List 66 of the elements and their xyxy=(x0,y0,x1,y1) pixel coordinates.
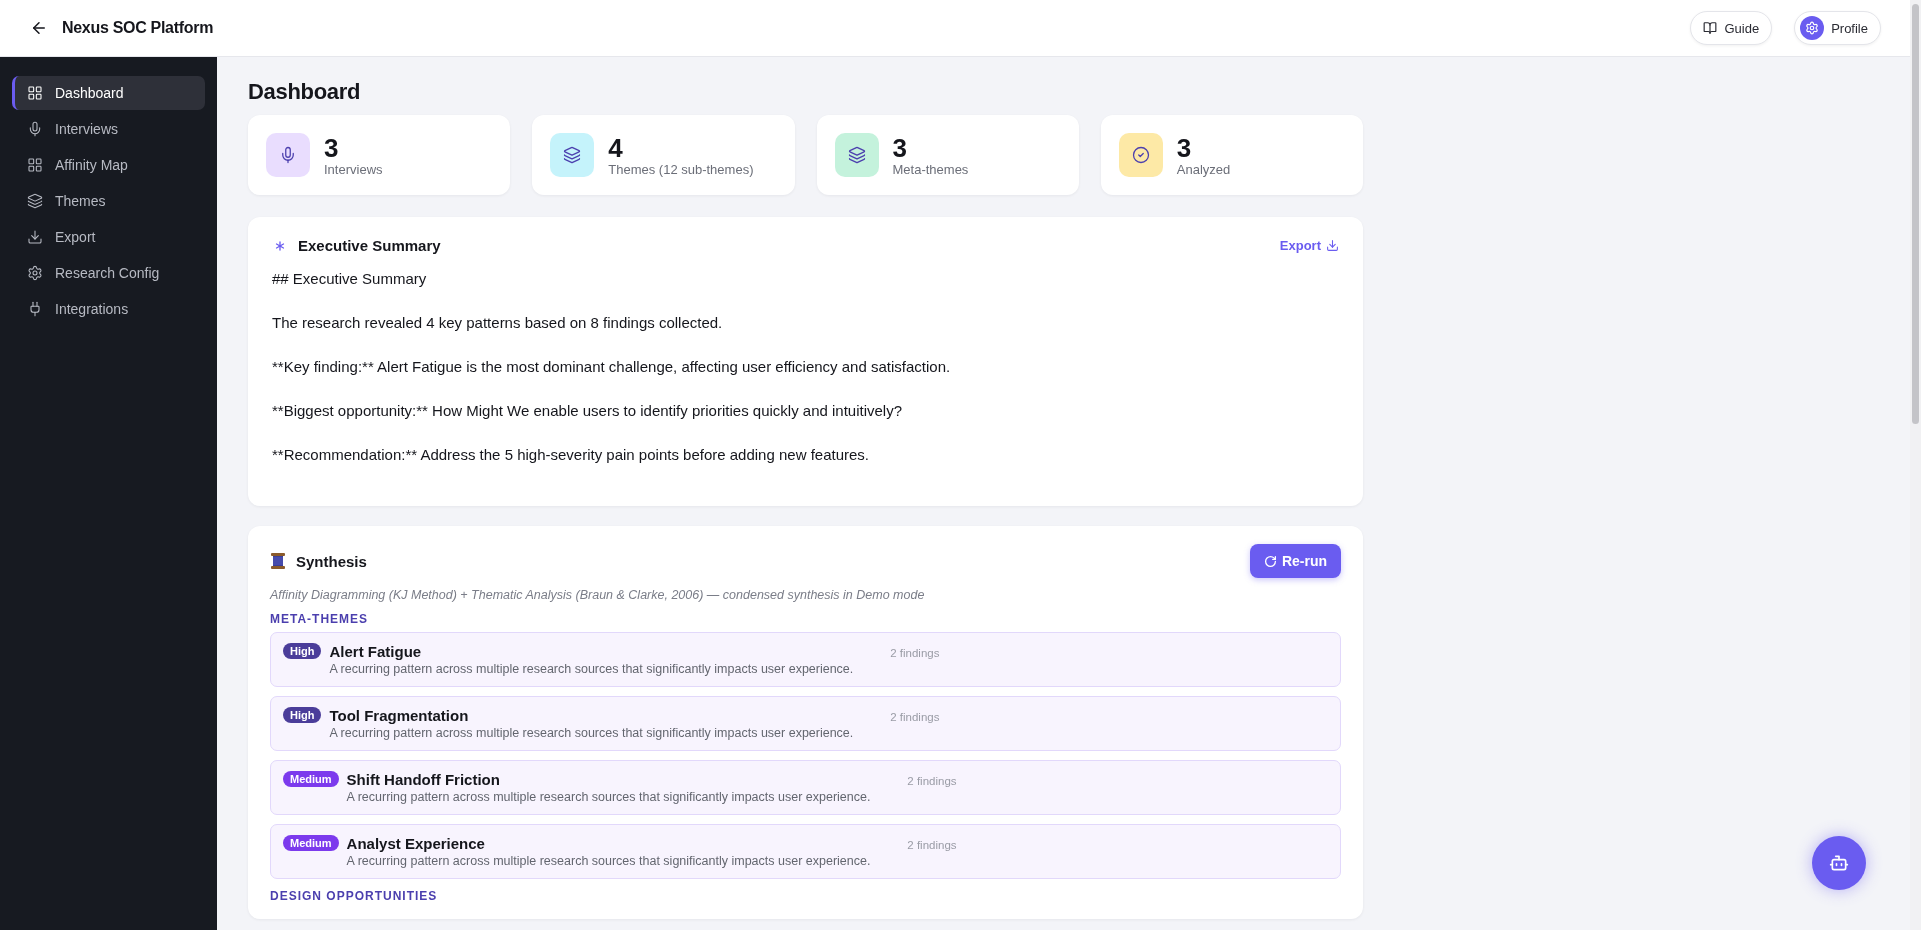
meta-theme-description: A recurring pattern across multiple research sources that significantly impacts user experience. xyxy=(329,662,855,676)
sidebar-item[interactable]: Export xyxy=(12,220,205,254)
findings-count: 2 findings xyxy=(890,711,940,723)
stat-value: 3 xyxy=(892,133,908,162)
stat-value: 3 xyxy=(324,133,340,162)
severity-badge: High xyxy=(283,707,322,723)
export-link[interactable]: Export xyxy=(1279,238,1339,253)
meta-theme-description: A recurring pattern across multiple research sources that significantly impacts user experience. xyxy=(346,790,872,804)
stat-label: Interviews xyxy=(324,161,383,177)
settings-icon xyxy=(27,265,43,281)
card-title: Executive Summary xyxy=(298,237,441,254)
rerun-button[interactable]: Re-run xyxy=(1249,544,1341,578)
layers-icon xyxy=(27,193,43,209)
settings-avatar-icon xyxy=(1800,16,1825,40)
stat-label: Themes (12 sub-themes) xyxy=(608,161,754,177)
stat-value: 4 xyxy=(608,133,624,162)
severity-badge: Medium xyxy=(283,771,339,787)
sidebar-item[interactable]: Affinity Map xyxy=(12,148,205,182)
sidebar-item[interactable]: Dashboard xyxy=(12,76,205,110)
assistant-button[interactable] xyxy=(1812,836,1866,890)
sidebar-item[interactable]: Research Config xyxy=(12,256,205,290)
profile-button[interactable]: Profile xyxy=(1794,11,1881,45)
section-label: DESIGN OPPORTUNITIES xyxy=(270,889,439,903)
layers-icon xyxy=(847,146,866,164)
summary-paragraph: **Recommendation:** Address the 5 high-severity pain points before adding new features. xyxy=(272,445,871,465)
findings-count: 2 findings xyxy=(890,647,940,659)
severity-badge: High xyxy=(283,643,322,659)
download-icon xyxy=(1326,239,1339,252)
meta-theme-title: Shift Handoff Friction xyxy=(346,771,500,788)
meta-theme-description: A recurring pattern across multiple research sources that significantly impacts user experience. xyxy=(346,854,872,868)
findings-count: 2 findings xyxy=(907,839,957,851)
method-note: Affinity Diagramming (KJ Method) + Thematic Analysis (Braun & Clarke, 2006) — condensed synthesis in Demo mode xyxy=(270,588,926,602)
stat-label: Meta-themes xyxy=(892,161,969,177)
scrollbar[interactable] xyxy=(1910,0,1921,930)
summary-paragraph: ## Executive Summary xyxy=(272,269,428,289)
section-label: META-THEMES xyxy=(270,612,370,626)
severity-badge: Medium xyxy=(283,835,339,851)
check-circle-icon xyxy=(1131,146,1150,164)
robot-icon xyxy=(1829,853,1849,873)
microphone-icon xyxy=(27,121,43,137)
stat-value: 3 xyxy=(1176,133,1193,162)
meta-theme-title: Tool Fragmentation xyxy=(329,707,469,724)
refresh-icon xyxy=(1263,554,1277,568)
meta-theme-description: A recurring pattern across multiple research sources that significantly impacts user experience. xyxy=(329,726,855,740)
meta-theme-title: Alert Fatigue xyxy=(329,643,422,660)
microphone-icon xyxy=(279,146,297,164)
thread-spool-icon xyxy=(270,552,286,570)
summary-paragraph: The research revealed 4 key patterns based on 8 findings collected. xyxy=(272,313,724,333)
page-title: Dashboard xyxy=(248,79,362,105)
guide-button[interactable]: Guide xyxy=(1690,11,1773,45)
book-icon xyxy=(1703,21,1718,35)
sidebar-item[interactable]: Integrations xyxy=(12,292,205,326)
findings-count: 2 findings xyxy=(907,775,957,787)
grid-icon xyxy=(27,157,43,173)
summary-paragraph: **Biggest opportunity:** How Might We enable users to identify priorities quickly and intuitively? xyxy=(272,401,904,421)
summary-paragraph: **Key finding:** Alert Fatigue is the most dominant challenge, affecting user efficiency and satisfaction. xyxy=(272,357,952,377)
download-icon xyxy=(27,229,43,245)
app-title: Nexus SOC Platform xyxy=(62,19,214,37)
sidebar-item[interactable]: Interviews xyxy=(12,112,205,146)
grid-icon xyxy=(27,85,43,101)
layers-icon xyxy=(563,146,582,164)
plug-icon xyxy=(27,301,43,317)
meta-theme-title: Analyst Experience xyxy=(346,835,485,852)
stat-label: Analyzed xyxy=(1176,161,1231,177)
card-title: Synthesis xyxy=(296,552,367,570)
sidebar-item[interactable]: Themes xyxy=(12,184,205,218)
